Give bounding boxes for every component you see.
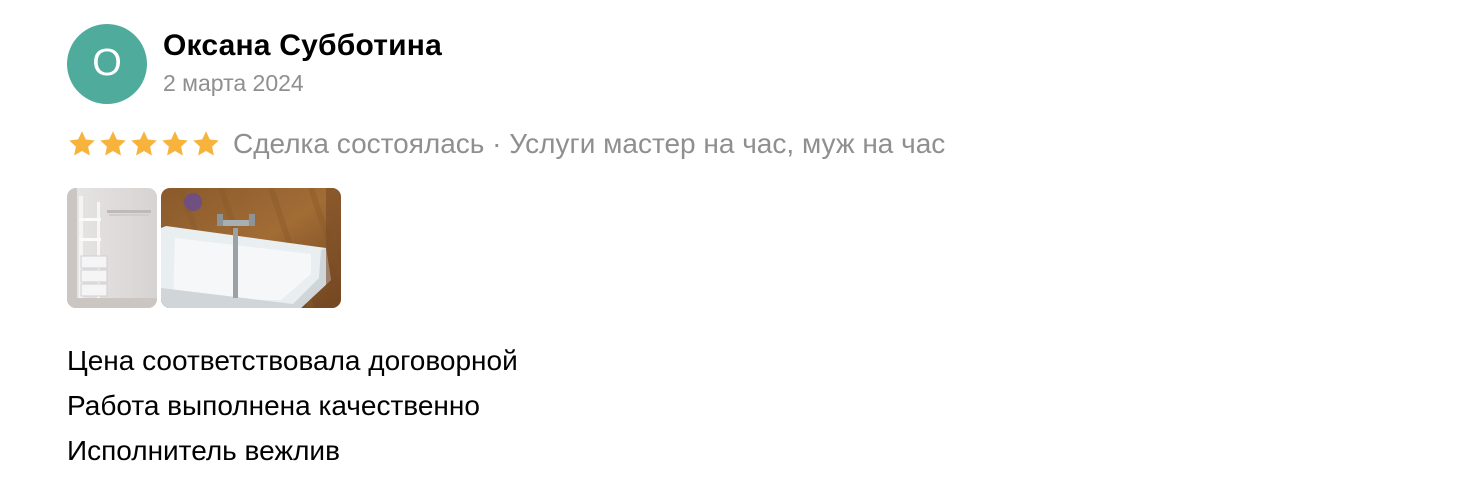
star-icon [100, 131, 126, 156]
star-icon [162, 131, 188, 156]
photo-thumbnail-bathtub[interactable] [161, 188, 341, 308]
review-text: Цена соответствовала договорной Работа в… [67, 338, 518, 473]
author-name[interactable]: Оксана Субботина [163, 29, 442, 63]
review-meta-row: Сделка состоялась · Услуги мастер на час… [67, 124, 945, 164]
star-rating [67, 129, 221, 159]
photo-bathtub-faucet-thumbnail-icon [161, 188, 341, 308]
star-icon [131, 131, 157, 156]
review-date: 2 марта 2024 [163, 70, 304, 96]
star-icon [69, 131, 95, 156]
photo-shelving-thumbnail-icon [67, 188, 157, 308]
review-card: О Оксана Субботина 2 марта 2024 Сделка с… [0, 0, 1458, 480]
avatar[interactable]: О [67, 24, 147, 104]
review-line: Работа выполнена качественно [67, 390, 480, 421]
deal-status-and-category: Сделка состоялась · Услуги мастер на час… [233, 128, 946, 159]
photo-thumbnail-shelving[interactable] [67, 188, 157, 308]
review-line: Исполнитель вежлив [67, 435, 340, 466]
star-icon [193, 131, 219, 156]
review-photos [67, 188, 341, 308]
avatar-initial: О [92, 42, 122, 84]
review-line: Цена соответствовала договорной [67, 345, 518, 376]
